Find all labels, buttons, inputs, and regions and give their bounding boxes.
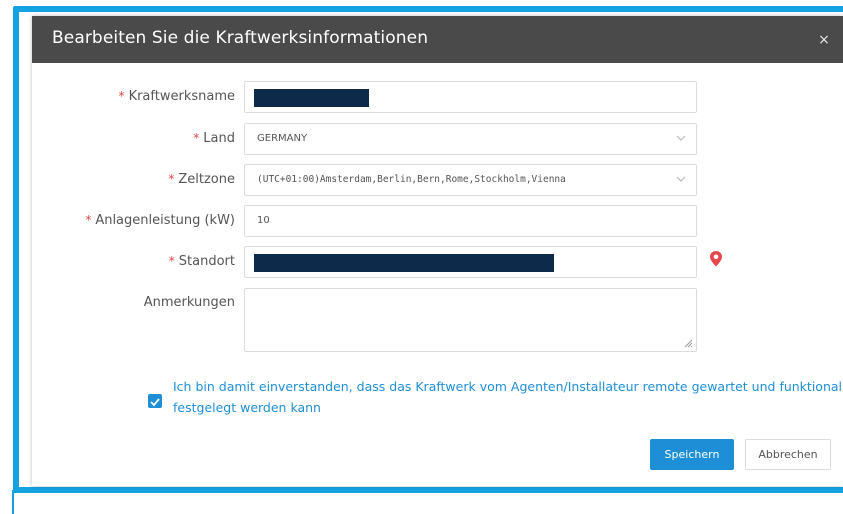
capacity-row: * Anlagenleistung (kW) 10: [32, 205, 843, 237]
required-marker: *: [168, 172, 175, 186]
timezone-value: (UTC+01:00)Amsterdam,Berlin,Bern,Rome,St…: [257, 174, 566, 185]
consent-text[interactable]: Ich bin damit einverstanden, dass das Kr…: [173, 376, 843, 418]
chevron-down-icon: [676, 176, 686, 182]
map-pin-icon[interactable]: [709, 250, 723, 268]
remarks-label-text: Anmerkungen: [143, 295, 235, 310]
checkmark-icon: [150, 398, 160, 407]
required-marker: *: [193, 131, 200, 145]
location-label: * Standort: [169, 254, 235, 269]
dialog-title: Bearbeiten Sie die Kraftwerksinformation…: [52, 28, 429, 48]
consent-checkbox[interactable]: [148, 394, 162, 408]
required-marker: *: [168, 254, 175, 268]
plant-name-input[interactable]: [244, 81, 697, 113]
highlight-frame-edge: [12, 490, 14, 514]
plant-name-label: * Kraftwerksname: [119, 89, 235, 104]
remarks-label: Anmerkungen: [144, 295, 235, 310]
close-icon[interactable]: ×: [817, 33, 831, 47]
redacted-location: [254, 254, 554, 272]
country-label: * Land: [193, 131, 235, 146]
country-select[interactable]: GERMANY: [244, 123, 697, 155]
dialog-header: Bearbeiten Sie die Kraftwerksinformation…: [32, 16, 843, 63]
resize-grip-icon[interactable]: [683, 338, 693, 348]
chevron-down-icon: [676, 135, 686, 141]
location-input[interactable]: [244, 246, 697, 278]
capacity-input[interactable]: 10: [244, 205, 697, 237]
redacted-plant-name: [254, 89, 369, 107]
timezone-label: * Zeltzone: [168, 172, 235, 187]
timezone-row: * Zeltzone (UTC+01:00)Amsterdam,Berlin,Be…: [32, 164, 843, 196]
save-button[interactable]: Speichern: [650, 439, 734, 470]
remarks-textarea[interactable]: [244, 288, 697, 352]
timezone-label-text: Zeltzone: [178, 172, 235, 187]
country-value: GERMANY: [257, 133, 308, 144]
timezone-select[interactable]: (UTC+01:00)Amsterdam,Berlin,Bern,Rome,St…: [244, 164, 697, 196]
capacity-label-text: Anlagenleistung (kW): [95, 213, 235, 228]
required-marker: *: [85, 213, 92, 227]
country-label-text: Land: [203, 131, 235, 146]
country-row: * Land GERMANY: [32, 123, 843, 155]
location-label-text: Standort: [178, 254, 235, 269]
cancel-button[interactable]: Abbrechen: [745, 439, 831, 470]
plant-name-row: * Kraftwerksname: [32, 81, 843, 113]
capacity-label: * Anlagenleistung (kW): [85, 213, 235, 228]
required-marker: *: [118, 89, 125, 103]
edit-plant-dialog: Bearbeiten Sie die Kraftwerksinformation…: [32, 16, 843, 486]
capacity-value: 10: [257, 215, 270, 226]
plant-name-label-text: Kraftwerksname: [128, 89, 235, 104]
